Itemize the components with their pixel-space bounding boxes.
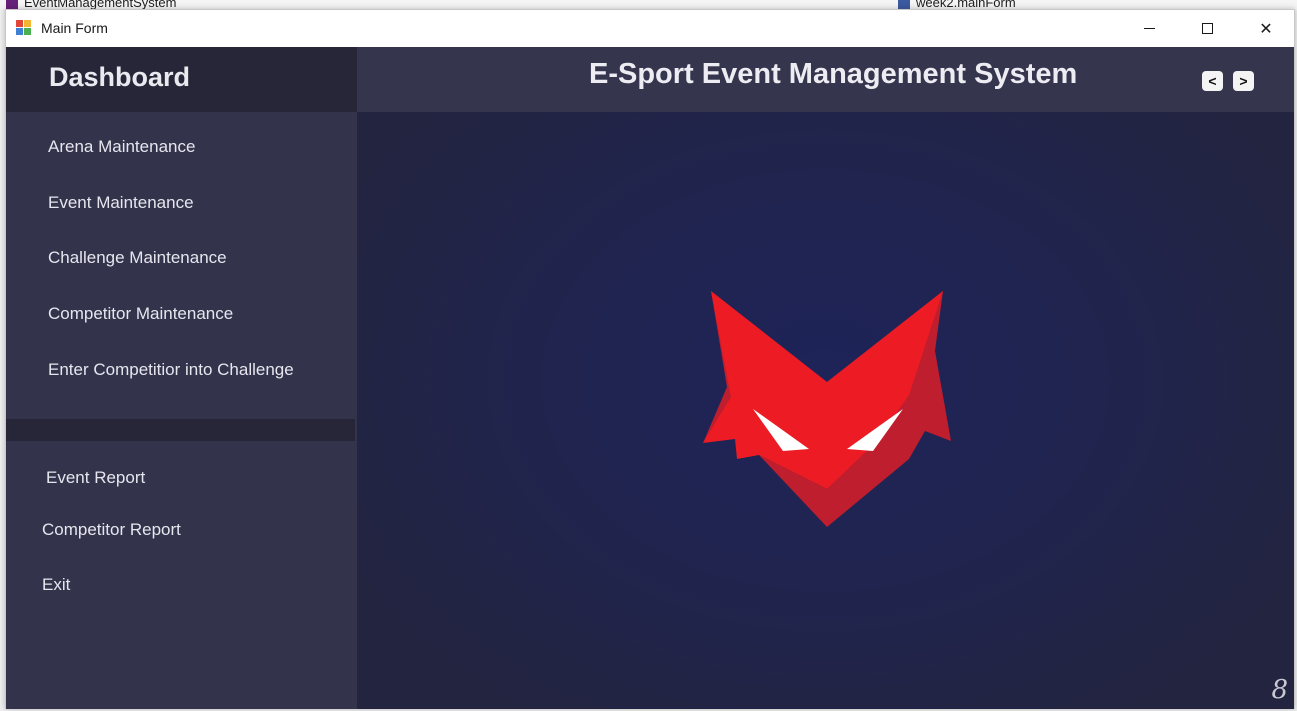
nav-event-report[interactable]: Event Report <box>46 468 145 488</box>
nav-event-maintenance[interactable]: Event Maintenance <box>48 193 194 213</box>
sidebar-divider <box>6 419 355 441</box>
system-title: E-Sport Event Management System <box>589 58 1078 90</box>
form-file-icon <box>898 0 910 9</box>
main-form-window: Main Form ✕ Dashboard Arena Maintenance … <box>5 9 1295 709</box>
nav-arena-maintenance[interactable]: Arena Maintenance <box>48 137 195 157</box>
close-icon: ✕ <box>1259 20 1273 38</box>
minimize-button[interactable] <box>1120 10 1178 47</box>
window-titlebar[interactable]: Main Form ✕ <box>6 10 1294 47</box>
nav-competitor-maintenance[interactable]: Competitor Maintenance <box>48 304 233 324</box>
next-button[interactable]: > <box>1233 71 1254 91</box>
top-header: E-Sport Event Management System < > <box>357 47 1294 112</box>
close-button[interactable]: ✕ <box>1237 10 1295 47</box>
red-fox-logo-icon <box>703 291 951 527</box>
winforms-app-icon <box>16 20 33 36</box>
main-content: 8 <box>357 112 1294 709</box>
previous-button[interactable]: < <box>1202 71 1223 91</box>
nav-competitor-report[interactable]: Competitor Report <box>42 520 181 540</box>
nav-enter-competitor-into-challenge[interactable]: Enter Competitior into Challenge <box>48 360 294 380</box>
nav-exit[interactable]: Exit <box>42 575 70 595</box>
dashboard-header: Dashboard <box>6 47 357 112</box>
csharp-project-icon <box>6 0 18 9</box>
minimize-icon <box>1143 28 1155 29</box>
maximize-button[interactable] <box>1178 10 1236 47</box>
window-title: Main Form <box>41 20 108 36</box>
dashboard-title: Dashboard <box>49 62 191 92</box>
form-client-area: Dashboard Arena Maintenance Event Mainte… <box>6 47 1294 709</box>
maximize-icon <box>1201 23 1213 34</box>
nav-challenge-maintenance[interactable]: Challenge Maintenance <box>48 248 227 268</box>
resize-grip-icon[interactable]: 8 <box>1271 675 1288 705</box>
sidebar: Dashboard Arena Maintenance Event Mainte… <box>6 47 357 709</box>
